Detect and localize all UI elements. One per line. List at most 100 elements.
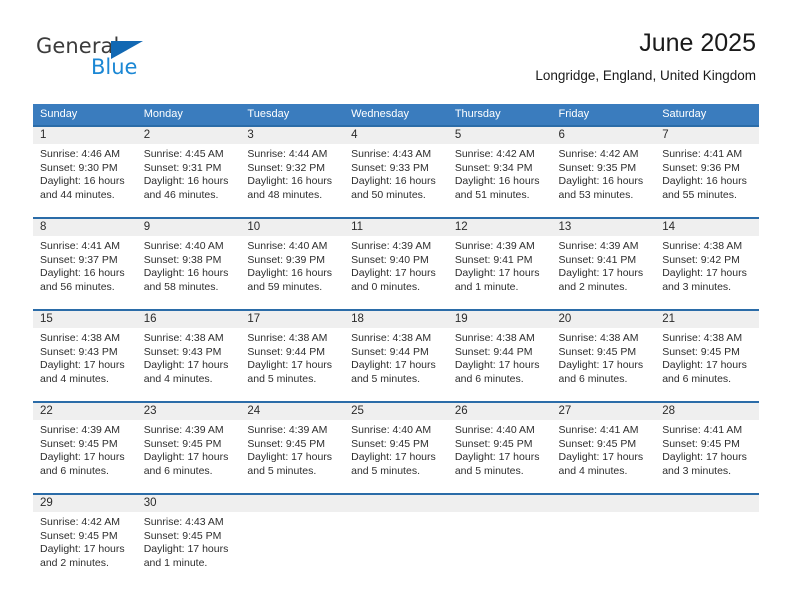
sunset-text: Sunset: 9:44 PM xyxy=(247,345,326,358)
day-number: 7 xyxy=(655,127,759,144)
day-cell[interactable]: 30 Sunrise: 4:43 AM Sunset: 9:45 PM Dayligh… xyxy=(136,493,241,585)
sunrise-text: Sunrise: 4:38 AM xyxy=(351,332,432,344)
calendar-header-row: Sunday Monday Tuesday Wednesday Thursday… xyxy=(33,104,759,126)
daylight-text-line2: and 3 minutes. xyxy=(662,464,732,477)
sunrise-text: Sunrise: 4:40 AM xyxy=(247,240,328,252)
day-cell[interactable]: 28 Sunrise: 4:41 AM Sunset: 9:45 PM Dayligh… xyxy=(655,401,759,494)
sunset-text: Sunset: 9:43 PM xyxy=(40,345,118,358)
day-number: 11 xyxy=(344,219,448,236)
day-cell[interactable]: 14 Sunrise: 4:38 AM Sunset: 9:42 PM Dayligh… xyxy=(655,217,759,310)
day-cell[interactable]: 8 Sunrise: 4:41 AM Sunset: 9:37 PM Daylight… xyxy=(33,217,137,310)
day-cell[interactable]: 7 Sunrise: 4:41 AM Sunset: 9:36 PM Daylight… xyxy=(655,125,759,218)
day-cell[interactable]: 21 Sunrise: 4:38 AM Sunset: 9:45 PM Dayligh… xyxy=(655,309,759,402)
day-number xyxy=(344,495,448,512)
daylight-text-line2: and 4 minutes. xyxy=(40,372,109,385)
day-cell[interactable]: 9 Sunrise: 4:40 AM Sunset: 9:38 PM Daylight… xyxy=(136,217,241,310)
daylight-text-line2: and 0 minutes. xyxy=(351,280,420,293)
sunset-text: Sunset: 9:38 PM xyxy=(143,253,222,266)
day-cell[interactable]: 11 Sunrise: 4:39 AM Sunset: 9:40 PM Dayligh… xyxy=(344,217,448,310)
day-cell[interactable]: 13 Sunrise: 4:39 AM Sunset: 9:41 PM Dayligh… xyxy=(551,217,656,310)
sunset-text: Sunset: 9:45 PM xyxy=(662,437,740,450)
day-cell-empty xyxy=(551,493,656,585)
day-cell[interactable]: 5 Sunrise: 4:42 AM Sunset: 9:34 PM Daylight… xyxy=(447,125,552,218)
daylight-text-line2: and 1 minute. xyxy=(454,280,519,293)
day-cell[interactable]: 17 Sunrise: 4:38 AM Sunset: 9:44 PM Dayligh… xyxy=(240,309,345,402)
day-cell[interactable]: 1 Sunrise: 4:46 AM Sunset: 9:30 PM Daylight… xyxy=(33,125,137,218)
sunset-text: Sunset: 9:30 PM xyxy=(40,161,118,174)
day-number: 2 xyxy=(136,127,241,144)
calendar-week-row: 15 Sunrise: 4:38 AM Sunset: 9:43 PM Dayligh… xyxy=(33,309,759,402)
daylight-text-line2: and 5 minutes. xyxy=(247,372,317,385)
day-cell[interactable]: 16 Sunrise: 4:38 AM Sunset: 9:43 PM Dayligh… xyxy=(136,309,241,402)
daylight-text-line2: and 51 minutes. xyxy=(454,188,530,201)
day-cell[interactable]: 12 Sunrise: 4:39 AM Sunset: 9:41 PM Dayligh… xyxy=(447,217,552,310)
sunset-text: Sunset: 9:41 PM xyxy=(454,253,533,266)
daylight-text-line1: Daylight: 17 hours xyxy=(40,543,125,556)
daylight-text-line1: Daylight: 17 hours xyxy=(143,543,229,556)
sunrise-sunset-calendar: Sunday Monday Tuesday Wednesday Thursday… xyxy=(33,104,759,585)
day-number: 19 xyxy=(447,311,552,328)
sunset-text: Sunset: 9:33 PM xyxy=(351,161,429,174)
day-cell[interactable]: 26 Sunrise: 4:40 AM Sunset: 9:45 PM Dayligh… xyxy=(447,401,552,494)
daylight-text-line1: Daylight: 17 hours xyxy=(558,359,644,372)
weekday-header-saturday: Saturday xyxy=(655,104,759,126)
page-header: General Blue June 2025 Longridge, Englan… xyxy=(0,0,792,100)
day-number: 9 xyxy=(136,219,241,236)
day-number: 3 xyxy=(240,127,345,144)
sunrise-text: Sunrise: 4:38 AM xyxy=(662,240,743,252)
day-cell[interactable]: 27 Sunrise: 4:41 AM Sunset: 9:45 PM Dayligh… xyxy=(551,401,656,494)
daylight-text-line1: Daylight: 17 hours xyxy=(247,451,333,464)
brand-logo[interactable]: General Blue xyxy=(36,34,236,86)
day-cell[interactable]: 23 Sunrise: 4:39 AM Sunset: 9:45 PM Dayligh… xyxy=(136,401,241,494)
day-cell[interactable]: 20 Sunrise: 4:38 AM Sunset: 9:45 PM Dayligh… xyxy=(551,309,656,402)
sunrise-text: Sunrise: 4:38 AM xyxy=(247,332,328,344)
day-cell[interactable]: 18 Sunrise: 4:38 AM Sunset: 9:44 PM Dayligh… xyxy=(344,309,448,402)
daylight-text-line2: and 44 minutes. xyxy=(40,188,115,201)
day-number: 1 xyxy=(33,127,137,144)
sunrise-text: Sunrise: 4:41 AM xyxy=(558,424,639,436)
daylight-text-line1: Daylight: 17 hours xyxy=(454,359,540,372)
day-cell[interactable]: 29 Sunrise: 4:42 AM Sunset: 9:45 PM Dayligh… xyxy=(33,493,137,585)
daylight-text-line2: and 3 minutes. xyxy=(662,280,732,293)
day-number: 15 xyxy=(33,311,137,328)
day-cell[interactable]: 6 Sunrise: 4:42 AM Sunset: 9:35 PM Daylight… xyxy=(551,125,656,218)
daylight-text-line2: and 48 minutes. xyxy=(247,188,323,201)
day-number: 14 xyxy=(655,219,759,236)
sunset-text: Sunset: 9:42 PM xyxy=(662,253,740,266)
daylight-text-line1: Daylight: 17 hours xyxy=(40,359,125,372)
day-number: 26 xyxy=(447,403,552,420)
day-cell[interactable]: 24 Sunrise: 4:39 AM Sunset: 9:45 PM Dayligh… xyxy=(240,401,345,494)
sunset-text: Sunset: 9:45 PM xyxy=(351,437,429,450)
day-cell[interactable]: 25 Sunrise: 4:40 AM Sunset: 9:45 PM Dayligh… xyxy=(344,401,448,494)
day-cell[interactable]: 22 Sunrise: 4:39 AM Sunset: 9:45 PM Dayligh… xyxy=(33,401,137,494)
page-title: June 2025 xyxy=(639,29,756,57)
calendar-week-row: 1 Sunrise: 4:46 AM Sunset: 9:30 PM Daylight… xyxy=(33,125,759,218)
sunrise-text: Sunrise: 4:40 AM xyxy=(143,240,224,252)
sunrise-text: Sunrise: 4:39 AM xyxy=(351,240,432,252)
sunrise-text: Sunrise: 4:41 AM xyxy=(662,424,743,436)
sunrise-text: Sunrise: 4:38 AM xyxy=(454,332,535,344)
day-number: 6 xyxy=(551,127,656,144)
day-cell[interactable]: 2 Sunrise: 4:45 AM Sunset: 9:31 PM Daylight… xyxy=(136,125,241,218)
sunrise-text: Sunrise: 4:39 AM xyxy=(40,424,120,436)
day-number: 30 xyxy=(136,495,241,512)
sunrise-text: Sunrise: 4:41 AM xyxy=(662,148,743,160)
day-number: 4 xyxy=(344,127,448,144)
sunset-text: Sunset: 9:45 PM xyxy=(558,345,637,358)
sunset-text: Sunset: 9:41 PM xyxy=(558,253,637,266)
daylight-text-line1: Daylight: 17 hours xyxy=(558,451,644,464)
daylight-text-line1: Daylight: 16 hours xyxy=(454,175,540,188)
weekday-header-tuesday: Tuesday xyxy=(240,104,345,126)
day-number: 18 xyxy=(344,311,448,328)
day-number: 20 xyxy=(551,311,656,328)
sunset-text: Sunset: 9:32 PM xyxy=(247,161,326,174)
daylight-text-line1: Daylight: 16 hours xyxy=(351,175,436,188)
day-number: 27 xyxy=(551,403,656,420)
day-cell[interactable]: 3 Sunrise: 4:44 AM Sunset: 9:32 PM Daylight… xyxy=(240,125,345,218)
day-cell[interactable]: 10 Sunrise: 4:40 AM Sunset: 9:39 PM Dayligh… xyxy=(240,217,345,310)
day-cell[interactable]: 4 Sunrise: 4:43 AM Sunset: 9:33 PM Daylight… xyxy=(344,125,448,218)
sunset-text: Sunset: 9:43 PM xyxy=(143,345,222,358)
day-cell[interactable]: 19 Sunrise: 4:38 AM Sunset: 9:44 PM Dayligh… xyxy=(447,309,552,402)
day-cell[interactable]: 15 Sunrise: 4:38 AM Sunset: 9:43 PM Dayligh… xyxy=(33,309,137,402)
day-number: 28 xyxy=(655,403,759,420)
